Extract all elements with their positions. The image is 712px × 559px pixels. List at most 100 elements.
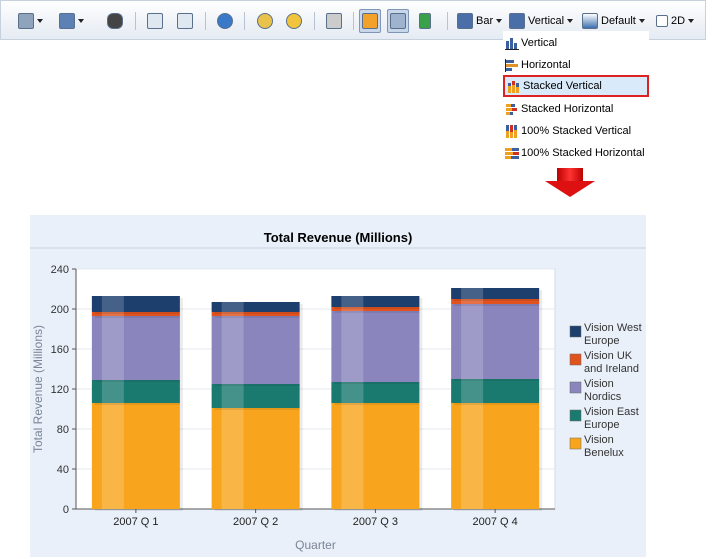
menu-item-label: Vertical xyxy=(521,37,558,49)
chevron-down-icon xyxy=(638,19,645,23)
toolbar-separator xyxy=(447,12,448,30)
export-button[interactable] xyxy=(59,10,84,32)
legend-swatch xyxy=(569,437,582,450)
legend-label: Vision UK and Ireland xyxy=(584,350,639,375)
bar-chart-icon xyxy=(457,13,473,29)
vertical-bar-icon xyxy=(505,37,519,50)
chart-type-button[interactable] xyxy=(359,9,381,33)
menu-item-stacked-horizontal[interactable]: Stacked Horizontal xyxy=(505,99,647,119)
menu-item-100-stacked-vertical[interactable]: 100% Stacked Vertical xyxy=(505,121,647,141)
refresh-button[interactable] xyxy=(217,10,233,32)
arrow-head xyxy=(545,181,595,197)
y-tick-label: 160 xyxy=(51,344,69,356)
legend-swatch xyxy=(569,325,582,338)
calculator-button[interactable] xyxy=(326,10,342,32)
y-tick-label: 240 xyxy=(51,264,69,276)
chevron-down-icon xyxy=(37,19,43,23)
dimension-dropdown[interactable]: 2D xyxy=(656,10,695,32)
print-icon xyxy=(18,13,34,29)
toolbar-separator xyxy=(353,12,354,30)
arrow-shaft xyxy=(557,168,583,182)
stacked-horizontal-icon xyxy=(505,103,519,116)
bar-segment-highlight xyxy=(221,384,244,408)
calculator-icon xyxy=(326,13,342,29)
bar-segment-highlight xyxy=(221,316,244,384)
x-tick-label: 2007 Q 2 xyxy=(233,516,278,528)
legend-swatch xyxy=(569,381,582,394)
toolbar-separator xyxy=(205,12,206,30)
bar-segment-highlight xyxy=(341,382,364,403)
toolbar-separator xyxy=(244,12,245,30)
menu-item-100-stacked-horizontal[interactable]: 100% Stacked Horizontal xyxy=(505,143,647,163)
bar-segment-highlight xyxy=(461,288,484,299)
bar-segment-highlight xyxy=(461,379,484,403)
legend-swatch xyxy=(569,353,582,366)
sort-button[interactable] xyxy=(419,10,431,32)
bar-segment-highlight xyxy=(341,403,364,509)
dimension-label: 2D xyxy=(671,15,686,27)
bar-segment-highlight xyxy=(101,380,124,403)
chevron-down-icon xyxy=(688,19,695,23)
default-style-dropdown[interactable]: Default xyxy=(582,10,645,32)
percent-stacked-horizontal-icon xyxy=(505,147,519,160)
bar-segment-highlight xyxy=(461,304,484,379)
y-tick-label: 120 xyxy=(51,384,69,396)
legend-label: Vision Benelux xyxy=(584,434,624,459)
swap-axes-icon xyxy=(390,13,406,29)
page-layout-icon xyxy=(177,13,193,29)
help-icon xyxy=(286,13,302,29)
legend-label: Vision East Europe xyxy=(584,406,639,431)
format-button[interactable] xyxy=(257,10,273,32)
sort-icon xyxy=(419,13,431,29)
menu-item-label: Stacked Vertical xyxy=(523,80,602,92)
vertical-dropdown[interactable]: Vertical xyxy=(509,10,574,32)
find-button[interactable] xyxy=(107,10,123,32)
menu-item-label: Stacked Horizontal xyxy=(521,103,614,115)
y-tick-label: 80 xyxy=(57,424,69,436)
legend-swatch xyxy=(569,409,582,422)
horizontal-bar-icon xyxy=(505,58,519,72)
bar-chart-dropdown[interactable]: Bar xyxy=(457,10,503,32)
format-icon xyxy=(257,13,273,29)
x-tick-label: 2007 Q 1 xyxy=(113,516,158,528)
x-axis-label: Quarter xyxy=(295,538,336,552)
bar-segment-highlight xyxy=(341,311,364,382)
stacked-vertical-icon xyxy=(507,80,521,93)
y-tick-label: 200 xyxy=(51,304,69,316)
bar-segment-highlight xyxy=(221,302,244,312)
page-layout-button[interactable] xyxy=(177,10,193,32)
binoculars-icon xyxy=(107,13,123,29)
menu-item-label: Horizontal xyxy=(521,59,571,71)
vertical-chart-icon xyxy=(509,13,525,29)
help-button[interactable] xyxy=(286,10,302,32)
refresh-icon xyxy=(217,13,233,29)
y-tick-label: 0 xyxy=(63,504,69,516)
chart-type-icon xyxy=(362,13,378,29)
percent-stacked-vertical-icon xyxy=(505,124,519,138)
2d-icon xyxy=(656,15,668,27)
drill-button[interactable] xyxy=(147,10,163,32)
stacked-bar-chart: 0 40 80 120 160 200 240 2007 Q 1 2007 Q 2 2007 Q … xyxy=(30,247,646,552)
default-style-label: Default xyxy=(601,15,636,27)
menu-item-vertical[interactable]: Vertical xyxy=(505,33,647,53)
menu-item-horizontal[interactable]: Horizontal xyxy=(505,55,647,75)
toolbar-separator xyxy=(135,12,136,30)
drill-icon xyxy=(147,13,163,29)
vertical-label: Vertical xyxy=(528,15,565,27)
menu-item-label: 100% Stacked Horizontal xyxy=(521,147,645,159)
toolbar-separator xyxy=(314,12,315,30)
print-button[interactable] xyxy=(18,10,43,32)
y-tick-label: 40 xyxy=(57,464,69,476)
export-icon xyxy=(59,13,75,29)
legend-label: Vision Nordics xyxy=(584,378,622,403)
chevron-down-icon xyxy=(567,19,574,23)
chart-panel: Total Revenue (Millions) 0 40 80 120 160 200 2… xyxy=(30,215,646,557)
bar-chart-label: Bar xyxy=(476,15,494,27)
menu-item-stacked-vertical[interactable]: Stacked Vertical xyxy=(503,75,649,97)
legend-label: Vision West Europe xyxy=(584,322,642,347)
y-axis-label: Total Revenue (Millions) xyxy=(31,325,45,453)
x-tick-label: 2007 Q 4 xyxy=(472,516,517,528)
bar-segment-highlight xyxy=(221,408,244,509)
bar-segment-highlight xyxy=(341,296,364,307)
swap-axes-button[interactable] xyxy=(387,9,409,33)
